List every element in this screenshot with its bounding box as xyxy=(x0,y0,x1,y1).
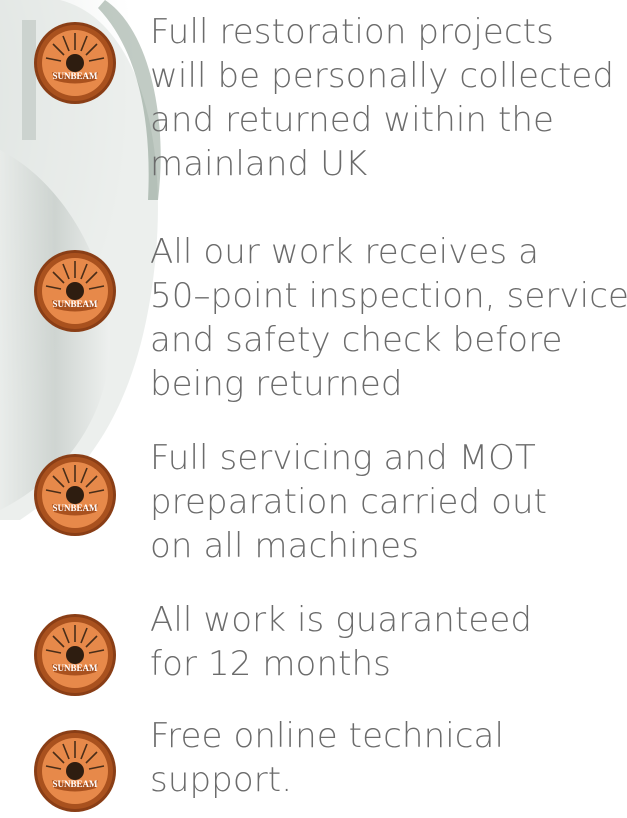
feature-text: Free online technical support. xyxy=(150,714,620,802)
feature-text-line: Full servicing and MOT xyxy=(150,438,536,478)
feature-text-line: preparation carried out xyxy=(150,482,548,522)
feature-text-line: being returned xyxy=(150,364,403,404)
svg-text:SUNBEAM: SUNBEAM xyxy=(52,71,98,81)
feature-text-line: for 12 months xyxy=(150,644,391,684)
feature-text-line: will be personally collected xyxy=(150,56,615,96)
svg-text:SUNBEAM: SUNBEAM xyxy=(52,299,98,309)
sunbeam-badge-icon: SUNBEAM xyxy=(32,248,118,334)
feature-text-line: on all machines xyxy=(150,526,420,566)
feature-text: All work is guaranteed for 12 months xyxy=(150,598,620,686)
sunbeam-badge-icon: SUNBEAM xyxy=(32,612,118,698)
feature-text-line: Full restoration projects xyxy=(150,12,554,52)
feature-text-line: All our work receives a xyxy=(150,232,540,272)
feature-text-line: 50–point inspection, service xyxy=(150,276,627,316)
sunbeam-badge-icon: SUNBEAM xyxy=(32,728,118,814)
feature-text: All our work receives a 50–point inspecti… xyxy=(150,230,627,406)
feature-text-line: support. xyxy=(150,760,293,800)
feature-text-line: Free online technical xyxy=(150,716,505,756)
feature-text-line: and safety check before xyxy=(150,320,563,360)
feature-text-line: All work is guaranteed xyxy=(150,600,533,640)
feature-text: Full restoration projects will be persona… xyxy=(150,10,620,186)
svg-text:SUNBEAM: SUNBEAM xyxy=(52,779,98,789)
feature-text: Full servicing and MOT preparation carrie… xyxy=(150,436,620,568)
feature-text-line: and returned within the xyxy=(150,100,555,140)
sunbeam-badge-icon: SUNBEAM xyxy=(32,452,118,538)
svg-text:SUNBEAM: SUNBEAM xyxy=(52,663,98,673)
feature-list: SUNBEAM Full restoration projects will be… xyxy=(0,0,627,812)
sunbeam-badge-icon: SUNBEAM xyxy=(32,20,118,106)
svg-text:SUNBEAM: SUNBEAM xyxy=(52,503,98,513)
feature-text-line: mainland UK xyxy=(150,144,368,184)
